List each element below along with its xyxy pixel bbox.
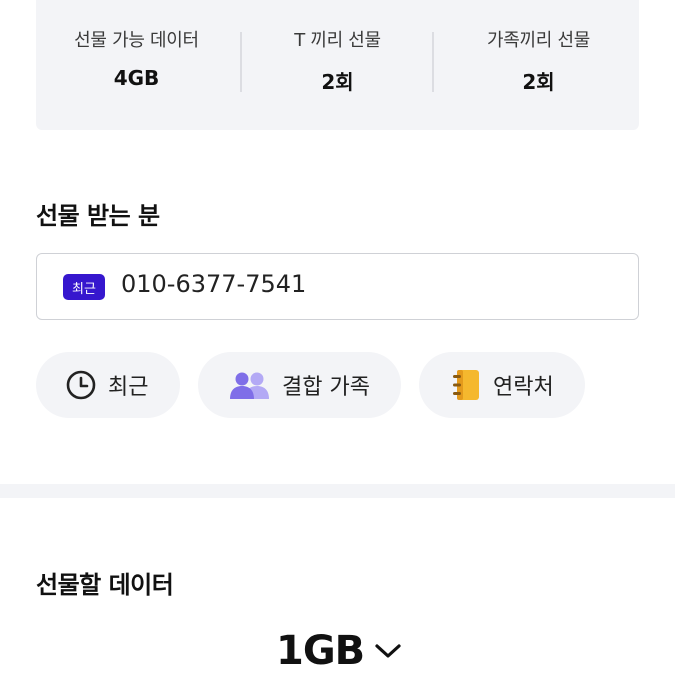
stat-t-gift-count: T 끼리 선물 2회 xyxy=(237,0,438,95)
divider xyxy=(240,32,242,92)
family-bundle-button[interactable]: 결합 가족 xyxy=(198,352,401,418)
phone-number-input[interactable] xyxy=(121,270,601,298)
data-amount-selector[interactable]: 1GB xyxy=(276,628,402,674)
divider xyxy=(432,32,434,92)
stat-label: 선물 가능 데이터 xyxy=(74,30,199,51)
chip-label: 연락처 xyxy=(493,375,554,400)
stat-family-gift-count: 가족끼리 선물 2회 xyxy=(438,0,639,95)
data-summary-panel: 선물 가능 데이터 4GB T 끼리 선물 2회 가족끼리 선물 2회 xyxy=(36,0,639,130)
contacts-button[interactable]: 연락처 xyxy=(419,352,585,418)
recent-badge: 최근 xyxy=(63,274,105,300)
contact-book-icon xyxy=(449,368,483,402)
stat-value: 2회 xyxy=(522,70,555,94)
stat-available-data: 선물 가능 데이터 4GB xyxy=(36,0,237,90)
data-amount-value: 1GB xyxy=(276,628,365,674)
chip-label: 결합 가족 xyxy=(282,375,370,400)
chip-label: 최근 xyxy=(108,375,149,400)
stat-label: T 끼리 선물 xyxy=(294,30,381,51)
gift-data-section-title: 선물할 데이터 xyxy=(36,571,174,599)
stat-value: 4GB xyxy=(113,66,160,90)
chevron-down-icon xyxy=(374,641,402,661)
section-divider xyxy=(0,484,675,498)
people-icon xyxy=(228,368,272,402)
stat-label: 가족끼리 선물 xyxy=(487,30,590,51)
recipient-section-title: 선물 받는 분 xyxy=(36,202,160,230)
clock-icon xyxy=(64,368,98,402)
recipient-phone-field[interactable]: 최근 xyxy=(36,253,639,320)
recent-contacts-button[interactable]: 최근 xyxy=(36,352,180,418)
stat-value: 2회 xyxy=(321,70,354,94)
